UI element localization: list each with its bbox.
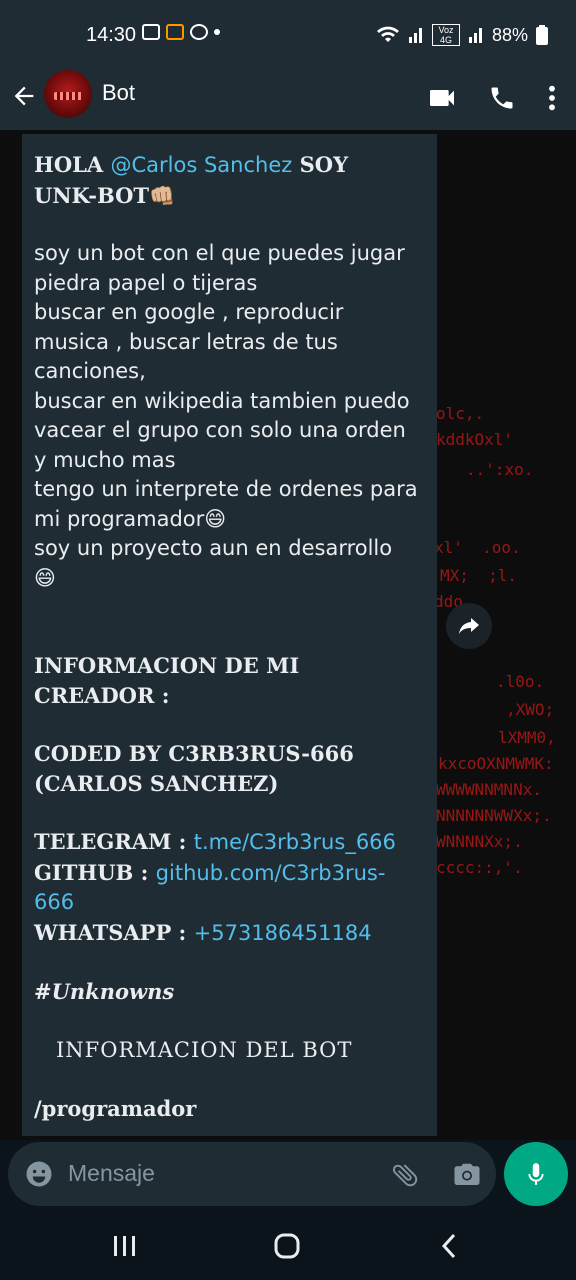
wallpaper-text: WWWWNNMNNx.: [436, 780, 542, 799]
wallpaper-text: xl' .oo.: [434, 538, 521, 557]
more-notifications-dot-icon: [214, 29, 220, 35]
wallpaper-text: olc,.: [436, 404, 485, 423]
wallpaper-text: ..':xo.: [466, 460, 534, 479]
status-bar: 14:30 Voz 4G 88%: [0, 0, 576, 68]
intro-line: mi programador😄: [34, 506, 227, 531]
avatar[interactable]: [44, 70, 92, 118]
notification-icons: [142, 24, 220, 40]
greeting-suffix: SOY: [292, 152, 349, 177]
command-text: /programador: [34, 1096, 197, 1121]
intro-line: vacear el grupo con solo una orden: [34, 418, 406, 442]
header-actions: [426, 82, 558, 114]
forward-button[interactable]: [446, 603, 492, 649]
wallpaper-text: kddkOxl': [436, 430, 514, 449]
b-notification-icon: [190, 24, 208, 40]
battery-icon: [536, 25, 548, 45]
network-label: Voz 4G: [431, 24, 460, 46]
mention-link[interactable]: @Carlos Sanchez: [111, 153, 293, 177]
phone-icon[interactable]: [488, 84, 516, 112]
wallpaper-text: ,XWO;: [506, 700, 555, 719]
app-notification-icon: [166, 24, 184, 40]
wallpaper-text: kxcoOXNMWMK:: [438, 754, 554, 773]
telegram-label: TELEGRAM :: [34, 829, 194, 854]
signal-icon: [408, 28, 422, 43]
back-icon[interactable]: [440, 1232, 458, 1260]
wallpaper-text: WNNNNXx;.: [436, 832, 523, 851]
message-input[interactable]: Mensaje: [8, 1142, 496, 1206]
signal-icon-2: [468, 28, 482, 43]
wifi-icon: [376, 26, 399, 42]
intro-line: buscar en wikipedia tambien puedo: [34, 388, 410, 413]
bot-name: UNK-BOT👊🏼: [34, 182, 176, 208]
system-navigation: [0, 1212, 576, 1280]
intro-line: y mucho mas: [34, 447, 176, 472]
intro-line: soy un bot con el que puedes jugar: [34, 241, 405, 265]
mic-icon: [528, 1163, 544, 1185]
emoji-icon[interactable]: [24, 1159, 54, 1189]
home-icon[interactable]: [273, 1232, 301, 1260]
camera-icon[interactable]: [452, 1160, 482, 1190]
more-vert-icon[interactable]: [546, 84, 558, 112]
coded-by-name: (CARLOS SANCHEZ): [34, 770, 279, 796]
intro-line: tengo un interprete de ordenes para: [34, 477, 418, 501]
wallpaper-text: lXMM0,: [498, 728, 556, 747]
wallpaper-text: .l0o.: [496, 672, 545, 691]
chat-title[interactable]: Bot: [102, 80, 135, 106]
paperclip-icon[interactable]: [390, 1160, 420, 1190]
wallpaper-text: MX; ;l.: [440, 566, 518, 585]
system-status: Voz 4G 88%: [376, 24, 548, 46]
wallpaper-text: cccc::,'.: [436, 858, 523, 877]
intro-line: soy un proyecto aun en desarrollo: [34, 536, 393, 560]
greeting-prefix: HOLA: [34, 152, 111, 177]
forward-icon: [459, 618, 479, 634]
intro-line: piedra papel o tijeras: [34, 270, 258, 295]
hashtag: #Unknowns: [34, 979, 175, 1004]
creator-heading: INFORMACION DE MI CREADOR :: [34, 653, 300, 708]
chat-header: Bot: [0, 68, 576, 130]
github-label: GITHUB :: [34, 859, 156, 885]
input-placeholder: Mensaje: [68, 1160, 155, 1186]
gallery-notification-icon: [142, 24, 160, 40]
battery-percent: 88%: [491, 24, 528, 45]
wallpaper-text: NNNNNNWWXx;.: [436, 806, 552, 825]
intro-line: canciones,: [34, 359, 146, 383]
intro-line: musica , buscar letras de tus: [34, 329, 338, 354]
recent-apps-icon[interactable]: [112, 1234, 138, 1258]
intro-line: buscar en google , reproducir: [34, 300, 344, 324]
video-call-icon[interactable]: [426, 82, 458, 114]
message-bubble[interactable]: HOLA @Carlos Sanchez SOY UNK-BOT👊🏼 soy u…: [22, 134, 437, 1136]
mic-button[interactable]: [504, 1142, 568, 1206]
whatsapp-label: WHATSAPP :: [34, 919, 194, 945]
composer-bar: Mensaje: [0, 1140, 576, 1212]
arrow-left-icon[interactable]: [10, 82, 38, 110]
status-time: 14:30: [86, 24, 137, 46]
whatsapp-link[interactable]: +573186451184: [194, 921, 372, 945]
telegram-link[interactable]: t.me/C3rb3rus_666: [194, 830, 396, 854]
coded-by-line: CODED BY C3RB3RUS-666: [34, 741, 354, 766]
intro-line: 😄: [34, 565, 56, 590]
bot-info-heading: INFORMACION DEL BOT: [56, 1037, 353, 1062]
